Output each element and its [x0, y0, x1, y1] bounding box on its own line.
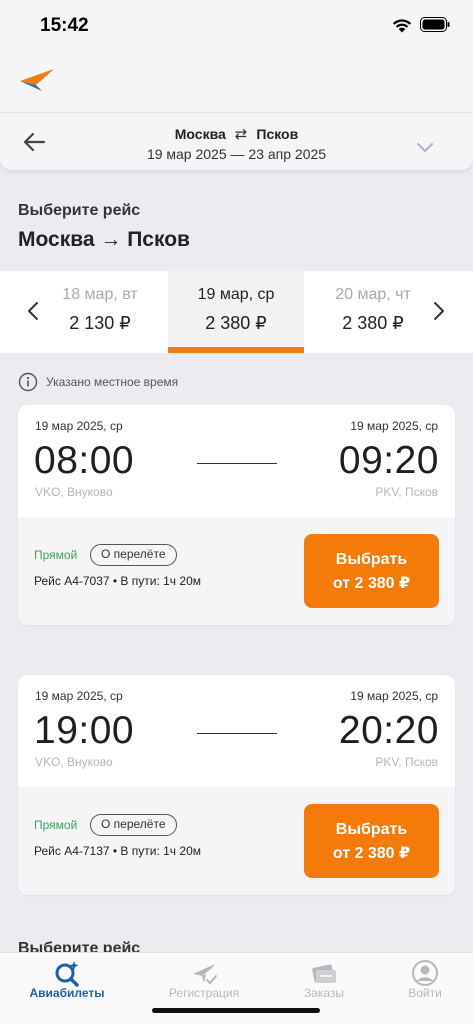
arrival-airport: PKV, Псков: [375, 485, 438, 499]
select-button-price: от 2 380 ₽: [332, 575, 411, 592]
arrival-date: 19 мар 2025, ср: [350, 419, 438, 433]
section-heading: Выберите рейс: [18, 202, 141, 219]
date-tab-price: 2 380 ₽: [205, 313, 267, 333]
status-time: 15:42: [40, 15, 89, 36]
date-tab-18[interactable]: 18 мар, вт 2 130 ₽: [32, 271, 168, 353]
tab-flights[interactable]: Авиабилеты: [8, 953, 126, 1024]
direct-flight-label: Прямой: [34, 818, 78, 832]
select-flight-button[interactable]: Выбрать от 2 380 ₽: [304, 804, 439, 878]
chevron-down-icon[interactable]: [416, 141, 434, 153]
status-bar: 15:42: [0, 0, 473, 50]
tab-login[interactable]: Войти: [366, 953, 473, 1024]
battery-icon: [420, 17, 450, 32]
select-button-label: Выбрать: [335, 821, 408, 838]
tab-check-in[interactable]: Регистрация: [145, 953, 263, 1024]
departure-time: 08:00: [34, 439, 135, 482]
airline-logo-icon[interactable]: [18, 67, 56, 93]
date-selector: 18 мар, вт 2 130 ₽ 19 мар, ср 2 380 ₽ 20…: [0, 271, 473, 353]
app-header: [0, 50, 473, 112]
selected-date-indicator: [168, 347, 304, 353]
orders-icon: [312, 964, 336, 983]
flight-card[interactable]: 19 мар 2025, ср 19 мар 2025, ср 19:00 20…: [18, 675, 455, 895]
about-flight-button[interactable]: О перелёте: [90, 544, 177, 566]
tab-label: Войти: [408, 986, 442, 1000]
bottom-tab-bar: Авиабилеты Регистрация Заказы Войти: [0, 952, 473, 1024]
route-to: Псков: [256, 126, 299, 142]
home-indicator: [152, 1008, 320, 1013]
swap-icon: ⇄: [234, 126, 248, 143]
departure-time: 19:00: [34, 709, 135, 752]
select-button-price: от 2 380 ₽: [332, 845, 411, 862]
route-from: Москва: [174, 126, 226, 142]
arrival-airport: PKV, Псков: [375, 755, 438, 769]
date-tab-price: 2 380 ₽: [342, 313, 404, 333]
flight-route-line: [197, 733, 277, 734]
local-time-note-text: Указано местное время: [46, 375, 179, 389]
arrival-time: 20:20: [338, 709, 439, 752]
route-title: Москва ⇄ Псков: [0, 125, 473, 143]
plane-check-icon: [193, 964, 217, 985]
arrival-time: 09:20: [338, 439, 439, 482]
user-icon: [412, 960, 438, 986]
date-tab-20[interactable]: 20 мар, чт 2 380 ₽: [305, 271, 441, 353]
direct-flight-label: Прямой: [34, 548, 78, 562]
date-tab-price: 2 130 ₽: [69, 313, 131, 333]
route-summary[interactable]: Москва ⇄ Псков 19 мар 2025 — 23 апр 2025: [0, 112, 473, 170]
route-dates: 19 мар 2025 — 23 апр 2025: [146, 146, 327, 162]
section-route: Москва → Псков: [18, 228, 190, 251]
date-tab-label: 20 мар, чт: [335, 286, 411, 303]
arrival-date: 19 мар 2025, ср: [350, 689, 438, 703]
select-flight-button[interactable]: Выбрать от 2 380 ₽: [304, 534, 439, 608]
date-tab-label: 18 мар, вт: [62, 286, 138, 303]
flight-info: Рейс А4-7137 • В пути: 1ч 20м: [34, 844, 201, 858]
date-tab-19[interactable]: 19 мар, ср 2 380 ₽: [168, 271, 304, 353]
about-flight-button[interactable]: О перелёте: [90, 814, 177, 836]
departure-date: 19 мар 2025, ср: [35, 419, 123, 433]
flight-card[interactable]: 19 мар 2025, ср 19 мар 2025, ср 08:00 09…: [18, 405, 455, 625]
tab-label: Регистрация: [168, 986, 240, 1000]
departure-airport: VKO, Внуково: [35, 755, 113, 769]
departure-airport: VKO, Внуково: [35, 485, 113, 499]
departure-date: 19 мар 2025, ср: [35, 689, 123, 703]
flight-card-footer: Прямой О перелёте Рейс А4-7137 • В пути:…: [18, 787, 455, 895]
select-button-label: Выбрать: [335, 551, 408, 568]
ticket-search-icon: [55, 961, 79, 987]
flight-info: Рейс А4-7037 • В пути: 1ч 20м: [34, 574, 201, 588]
flight-route-line: [197, 463, 277, 464]
flight-card-footer: Прямой О перелёте Рейс А4-7037 • В пути:…: [18, 517, 455, 625]
date-tab-label: 19 мар, ср: [197, 286, 275, 303]
tab-label: Авиабилеты: [29, 986, 105, 1000]
arrow-right-icon[interactable]: [432, 301, 446, 321]
wifi-icon: [392, 19, 412, 33]
info-icon: [18, 372, 38, 392]
